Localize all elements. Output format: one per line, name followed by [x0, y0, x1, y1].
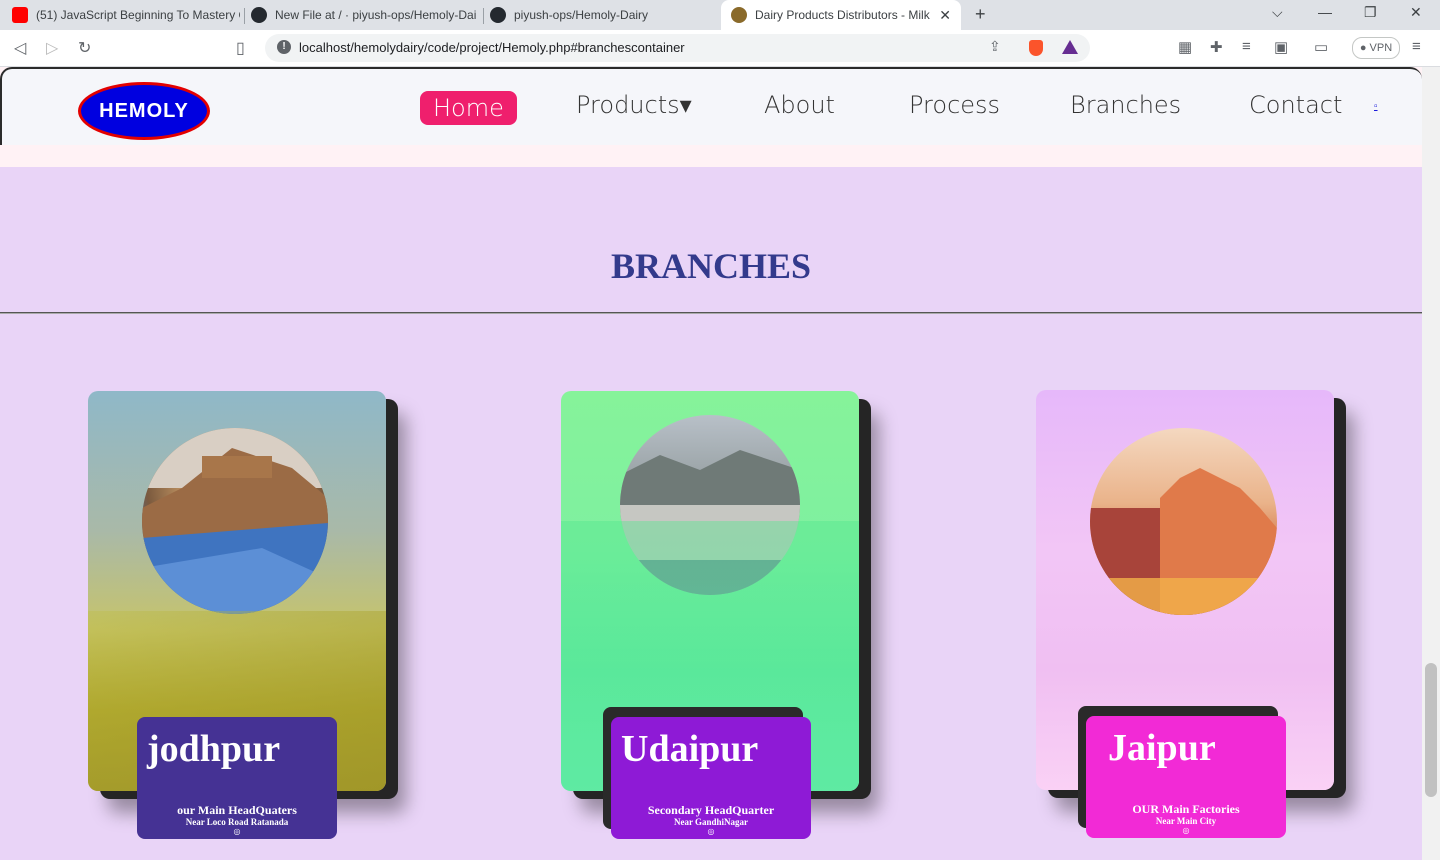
browser-toolbar: ◁ ▷ ↻ ▯ ! localhost/hemolydairy/code/pro…	[0, 30, 1440, 67]
hawa-mahal-illustration	[1090, 468, 1277, 615]
nav-process[interactable]: Process	[909, 91, 1000, 119]
section-title: BRANCHES	[610, 246, 812, 286]
browser-tab-youtube[interactable]: (51) JavaScript Beginning To Mastery C	[12, 0, 240, 30]
site-logo[interactable]: HEMOLY	[78, 82, 210, 140]
menu-icon[interactable]: ≡	[1412, 38, 1421, 55]
restore-button[interactable]: ❐	[1364, 4, 1377, 21]
playlist-icon[interactable]: ≡	[1242, 38, 1251, 55]
tab-separator	[244, 8, 245, 24]
divider	[0, 312, 1422, 314]
branch-description: OUR Main Factories	[1132, 802, 1240, 816]
site-info-icon[interactable]: !	[277, 40, 291, 54]
bookmark-icon[interactable]: ▯	[236, 38, 245, 58]
browser-tab-github-repo[interactable]: piyush-ops/Hemoly-Dairy	[490, 0, 716, 30]
close-tab-icon[interactable]: ✕	[939, 7, 951, 24]
nav-products[interactable]: Products▾	[576, 91, 692, 119]
url-text[interactable]: localhost/hemolydairy/code/project/Hemol…	[299, 40, 685, 55]
branch-label-udaipur: Udaipur Secondary HeadQuarter Near Gandh…	[611, 717, 811, 839]
github-icon	[251, 7, 267, 23]
tab-search-icon[interactable]: ⌵	[1272, 4, 1283, 21]
nav-branches[interactable]: Branches	[1070, 91, 1181, 119]
location-icon: ◎	[233, 827, 241, 836]
branch-city: Jaipur	[1108, 727, 1216, 769]
branch-label-jodhpur: jodhpur our Main HeadQuaters Near Loco R…	[137, 717, 337, 839]
vpn-label: VPN	[1369, 42, 1393, 54]
navbar: HEMOLY Home Products▾ About Process Bran…	[0, 67, 1422, 145]
tab-title: piyush-ops/Hemoly-Dairy	[514, 8, 649, 22]
branch-city: jodhpur	[147, 728, 281, 770]
nav-home[interactable]: Home	[420, 91, 517, 125]
jaipur-photo	[1090, 428, 1277, 615]
nav-contact[interactable]: Contact	[1249, 91, 1342, 119]
sidebar-icon[interactable]: ▣	[1274, 38, 1288, 56]
youtube-icon	[12, 7, 28, 23]
github-icon	[490, 7, 506, 23]
branch-address: Near Main City	[1155, 816, 1217, 826]
logo-text: HEMOLY	[99, 99, 189, 122]
vpn-button[interactable]: ● VPN	[1352, 37, 1400, 59]
close-window-button[interactable]: ✕	[1410, 4, 1422, 21]
tab-separator	[483, 8, 484, 24]
back-icon[interactable]: ◁	[14, 38, 26, 58]
tab-title: New File at / · piyush-ops/Hemoly-Dai	[275, 8, 477, 22]
location-icon: ◎	[1182, 826, 1190, 835]
branch-description: Secondary HeadQuarter	[647, 803, 775, 817]
fort-illustration	[142, 428, 328, 614]
site-favicon	[731, 7, 747, 23]
branch-address: Near GandhiNagar	[673, 817, 749, 827]
branch-address: Near Loco Road Ratanada	[185, 817, 289, 827]
new-tab-button[interactable]: +	[975, 4, 986, 25]
minimize-button[interactable]: —	[1318, 4, 1332, 20]
brave-shields-icon[interactable]	[1029, 40, 1043, 56]
wallet-icon[interactable]: ▭	[1314, 38, 1328, 56]
extension-icon[interactable]: ▦	[1178, 38, 1192, 56]
branch-city: Udaipur	[621, 728, 759, 770]
jodhpur-photo	[142, 428, 328, 614]
address-bar[interactable]: ! localhost/hemolydairy/code/project/Hem…	[265, 34, 1090, 62]
puzzle-extensions-icon[interactable]: ✚	[1210, 38, 1223, 56]
tab-title: Dairy Products Distributors - Milk	[755, 8, 930, 22]
scrollbar-thumb[interactable]	[1425, 663, 1437, 797]
page-viewport: HEMOLY Home Products▾ About Process Bran…	[0, 67, 1440, 860]
browser-tab-bar: (51) JavaScript Beginning To Mastery C N…	[0, 0, 1440, 30]
tab-title: (51) JavaScript Beginning To Mastery C	[36, 8, 240, 22]
reload-icon[interactable]: ↻	[78, 38, 91, 58]
nav-about[interactable]: About	[764, 91, 835, 119]
branch-description: our Main HeadQuaters	[177, 803, 297, 817]
site-header: HEMOLY Home Products▾ About Process Bran…	[0, 67, 1422, 167]
user-link[interactable]: ▫	[1374, 101, 1378, 112]
forward-icon[interactable]: ▷	[46, 38, 58, 58]
browser-tab-dairy[interactable]: Dairy Products Distributors - Milk ✕	[721, 0, 961, 30]
branch-label-jaipur: Jaipur OUR Main Factories Near Main City…	[1086, 716, 1286, 838]
browser-tab-github-new-file[interactable]: New File at / · piyush-ops/Hemoly-Dai	[251, 0, 477, 30]
brave-rewards-icon[interactable]	[1062, 40, 1078, 54]
share-icon[interactable]: ⇪	[989, 38, 1001, 55]
location-icon: ◎	[707, 827, 715, 836]
